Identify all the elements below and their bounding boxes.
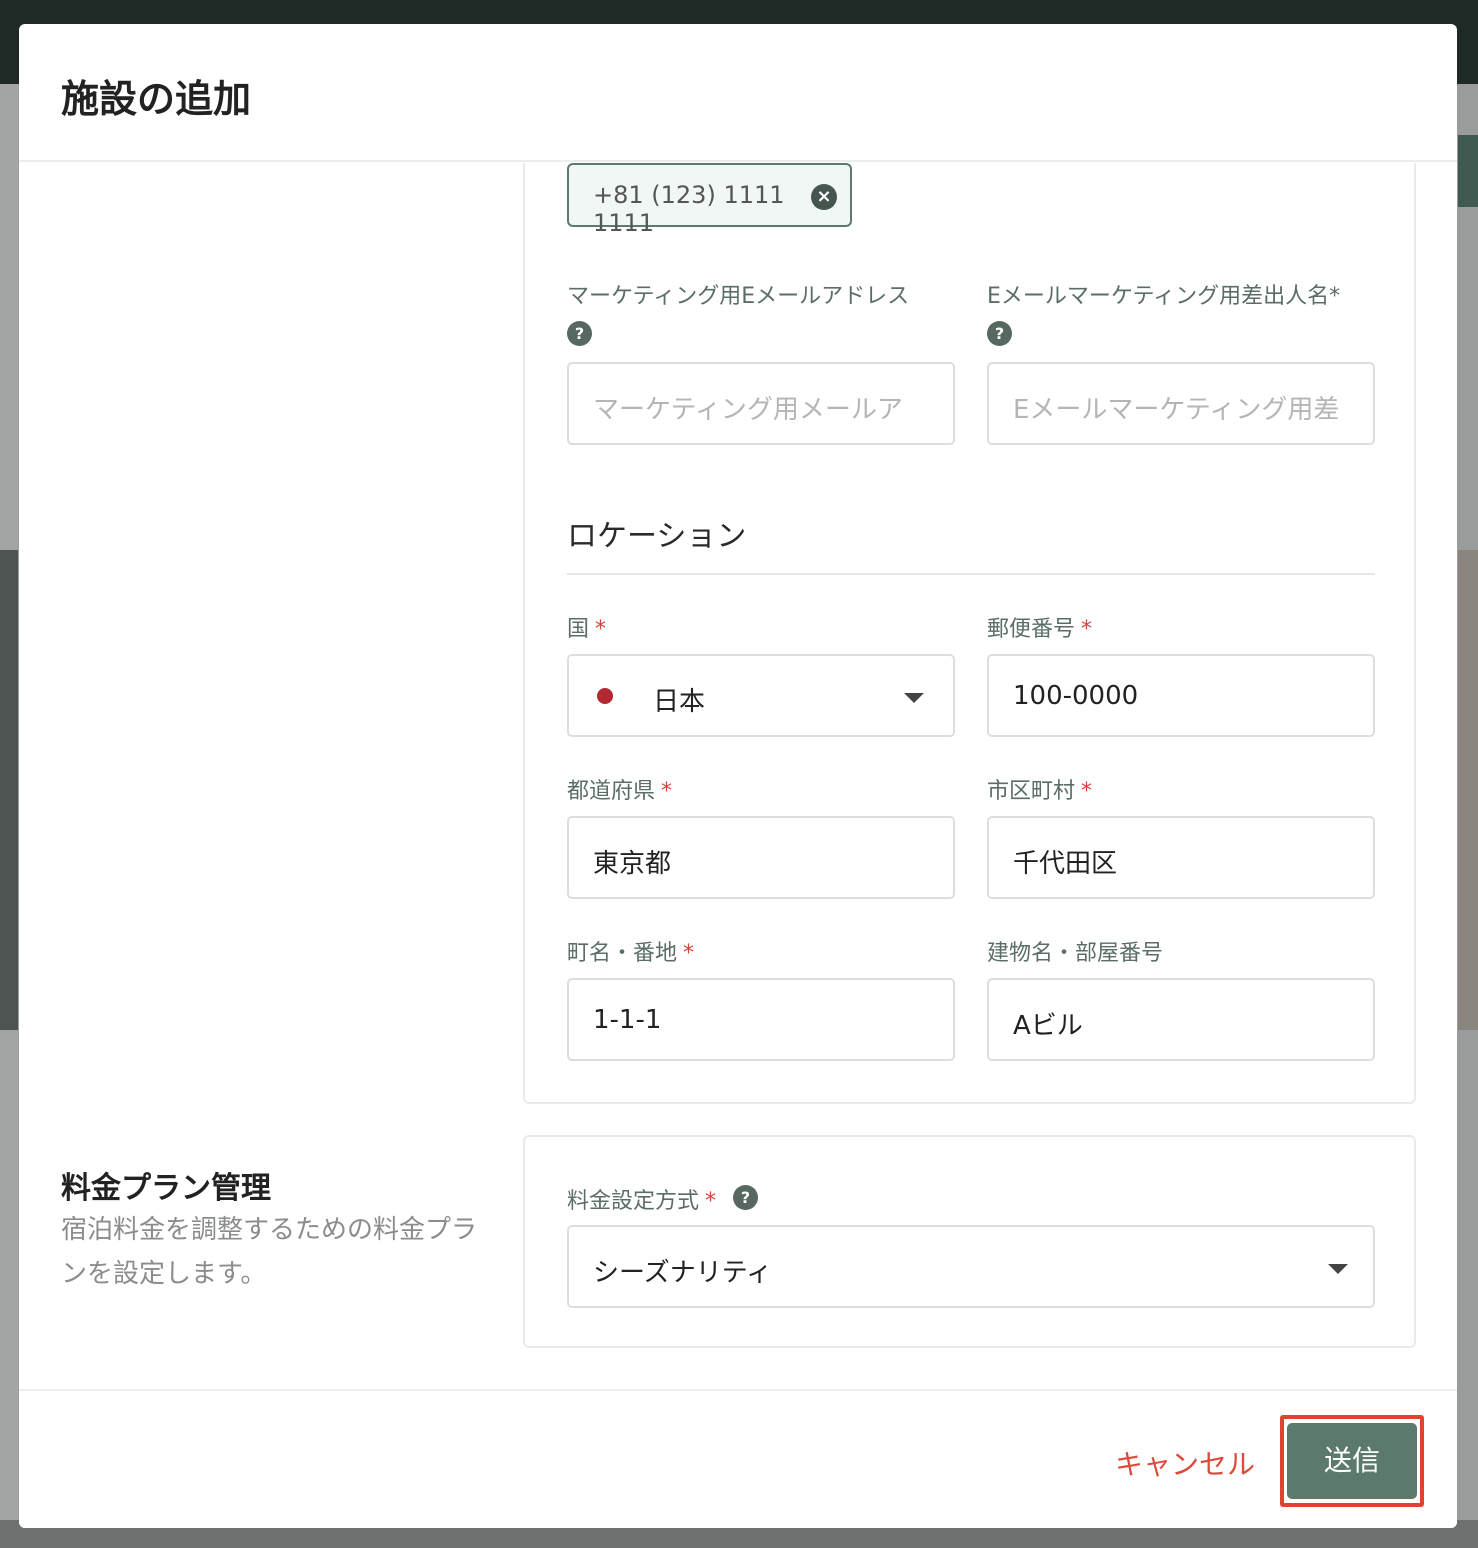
location-divider <box>567 573 1375 575</box>
country-label-text: 国 <box>567 617 590 642</box>
caret-down-icon <box>904 693 924 703</box>
phone-chip-text: +81 (123) 1111 1111 <box>593 181 785 237</box>
building-label: 建物名・部屋番号 <box>987 941 1164 966</box>
pricing-section-description: 宿泊料金を調整するための料金プランを設定します。 <box>61 1215 478 1289</box>
sender-name-placeholder: Eメールマーケティング用差 <box>1013 395 1340 425</box>
city-label: 市区町村 * <box>987 773 1092 805</box>
prefecture-value: 東京都 <box>593 849 672 879</box>
postal-code-label: 郵便番号 * <box>987 611 1092 643</box>
country-label: 国 * <box>567 611 606 643</box>
japan-flag-icon <box>597 688 613 704</box>
country-value: 日本 <box>653 687 706 717</box>
add-property-modal: 施設の追加 +81 (123) 1111 1111 × マーケティング用Eメール… <box>19 24 1457 1528</box>
modal-header: 施設の追加 <box>19 24 1457 162</box>
sender-name-input[interactable]: Eメールマーケティング用差 <box>987 362 1375 445</box>
marketing-email-placeholder: マーケティング用メールア <box>593 395 903 425</box>
modal-footer: キャンセル 送信 <box>19 1389 1457 1528</box>
submit-button[interactable]: 送信 <box>1287 1423 1417 1499</box>
required-mark: * <box>683 941 695 966</box>
street-input[interactable]: 1-1-1 <box>567 978 955 1061</box>
postal-code-value: 100-0000 <box>1013 681 1139 711</box>
close-circle-icon[interactable]: × <box>811 184 837 210</box>
required-mark: * <box>1081 779 1093 804</box>
postal-code-input[interactable]: 100-0000 <box>987 654 1375 737</box>
required-mark: * <box>661 779 673 804</box>
modal-title: 施設の追加 <box>61 77 252 121</box>
required-mark: * <box>1081 617 1093 642</box>
required-mark: * <box>595 617 607 642</box>
pricing-method-label: 料金設定方式 * <box>567 1183 716 1215</box>
background-image-left <box>0 550 18 1030</box>
marketing-email-input[interactable]: マーケティング用メールア <box>567 362 955 445</box>
pricing-method-label-text: 料金設定方式 <box>567 1189 700 1214</box>
street-label: 町名・番地 * <box>567 935 694 967</box>
pricing-panel: 料金設定方式 * ? シーズナリティ <box>523 1135 1416 1348</box>
pricing-method-value: シーズナリティ <box>593 1258 773 1288</box>
city-input[interactable]: 千代田区 <box>987 816 1375 899</box>
required-mark: * <box>705 1189 717 1214</box>
pricing-section-title: 料金プラン管理 <box>61 1171 271 1206</box>
cancel-button[interactable]: キャンセル <box>1115 1443 1255 1483</box>
postal-code-label-text: 郵便番号 <box>987 617 1076 642</box>
country-select[interactable]: 日本 <box>567 654 955 737</box>
city-value: 千代田区 <box>1013 849 1118 879</box>
pricing-method-select[interactable]: シーズナリティ <box>567 1225 1375 1308</box>
background-button-right <box>1458 135 1478 207</box>
sender-name-label: Eメールマーケティング用差出人名* <box>987 284 1341 309</box>
question-circle-icon[interactable]: ? <box>567 321 592 346</box>
prefecture-label: 都道府県 * <box>567 773 672 805</box>
city-label-text: 市区町村 <box>987 779 1076 804</box>
street-value: 1-1-1 <box>593 1005 662 1035</box>
building-value: Aビル <box>1013 1011 1083 1041</box>
question-circle-icon[interactable]: ? <box>987 321 1012 346</box>
phone-chip: +81 (123) 1111 1111 × <box>567 163 852 237</box>
location-section-title: ロケーション <box>567 519 747 554</box>
modal-body[interactable]: +81 (123) 1111 1111 × マーケティング用Eメールアドレス ?… <box>19 163 1457 1389</box>
street-label-text: 町名・番地 <box>567 941 678 966</box>
question-circle-icon[interactable]: ? <box>733 1185 758 1210</box>
background-image-right <box>1458 550 1478 1030</box>
prefecture-input[interactable]: 東京都 <box>567 816 955 899</box>
caret-down-icon <box>1328 1264 1348 1274</box>
building-input[interactable]: Aビル <box>987 978 1375 1061</box>
marketing-email-label: マーケティング用Eメールアドレス <box>567 284 910 309</box>
contact-location-panel: +81 (123) 1111 1111 × マーケティング用Eメールアドレス ?… <box>523 163 1416 1104</box>
prefecture-label-text: 都道府県 <box>567 779 656 804</box>
